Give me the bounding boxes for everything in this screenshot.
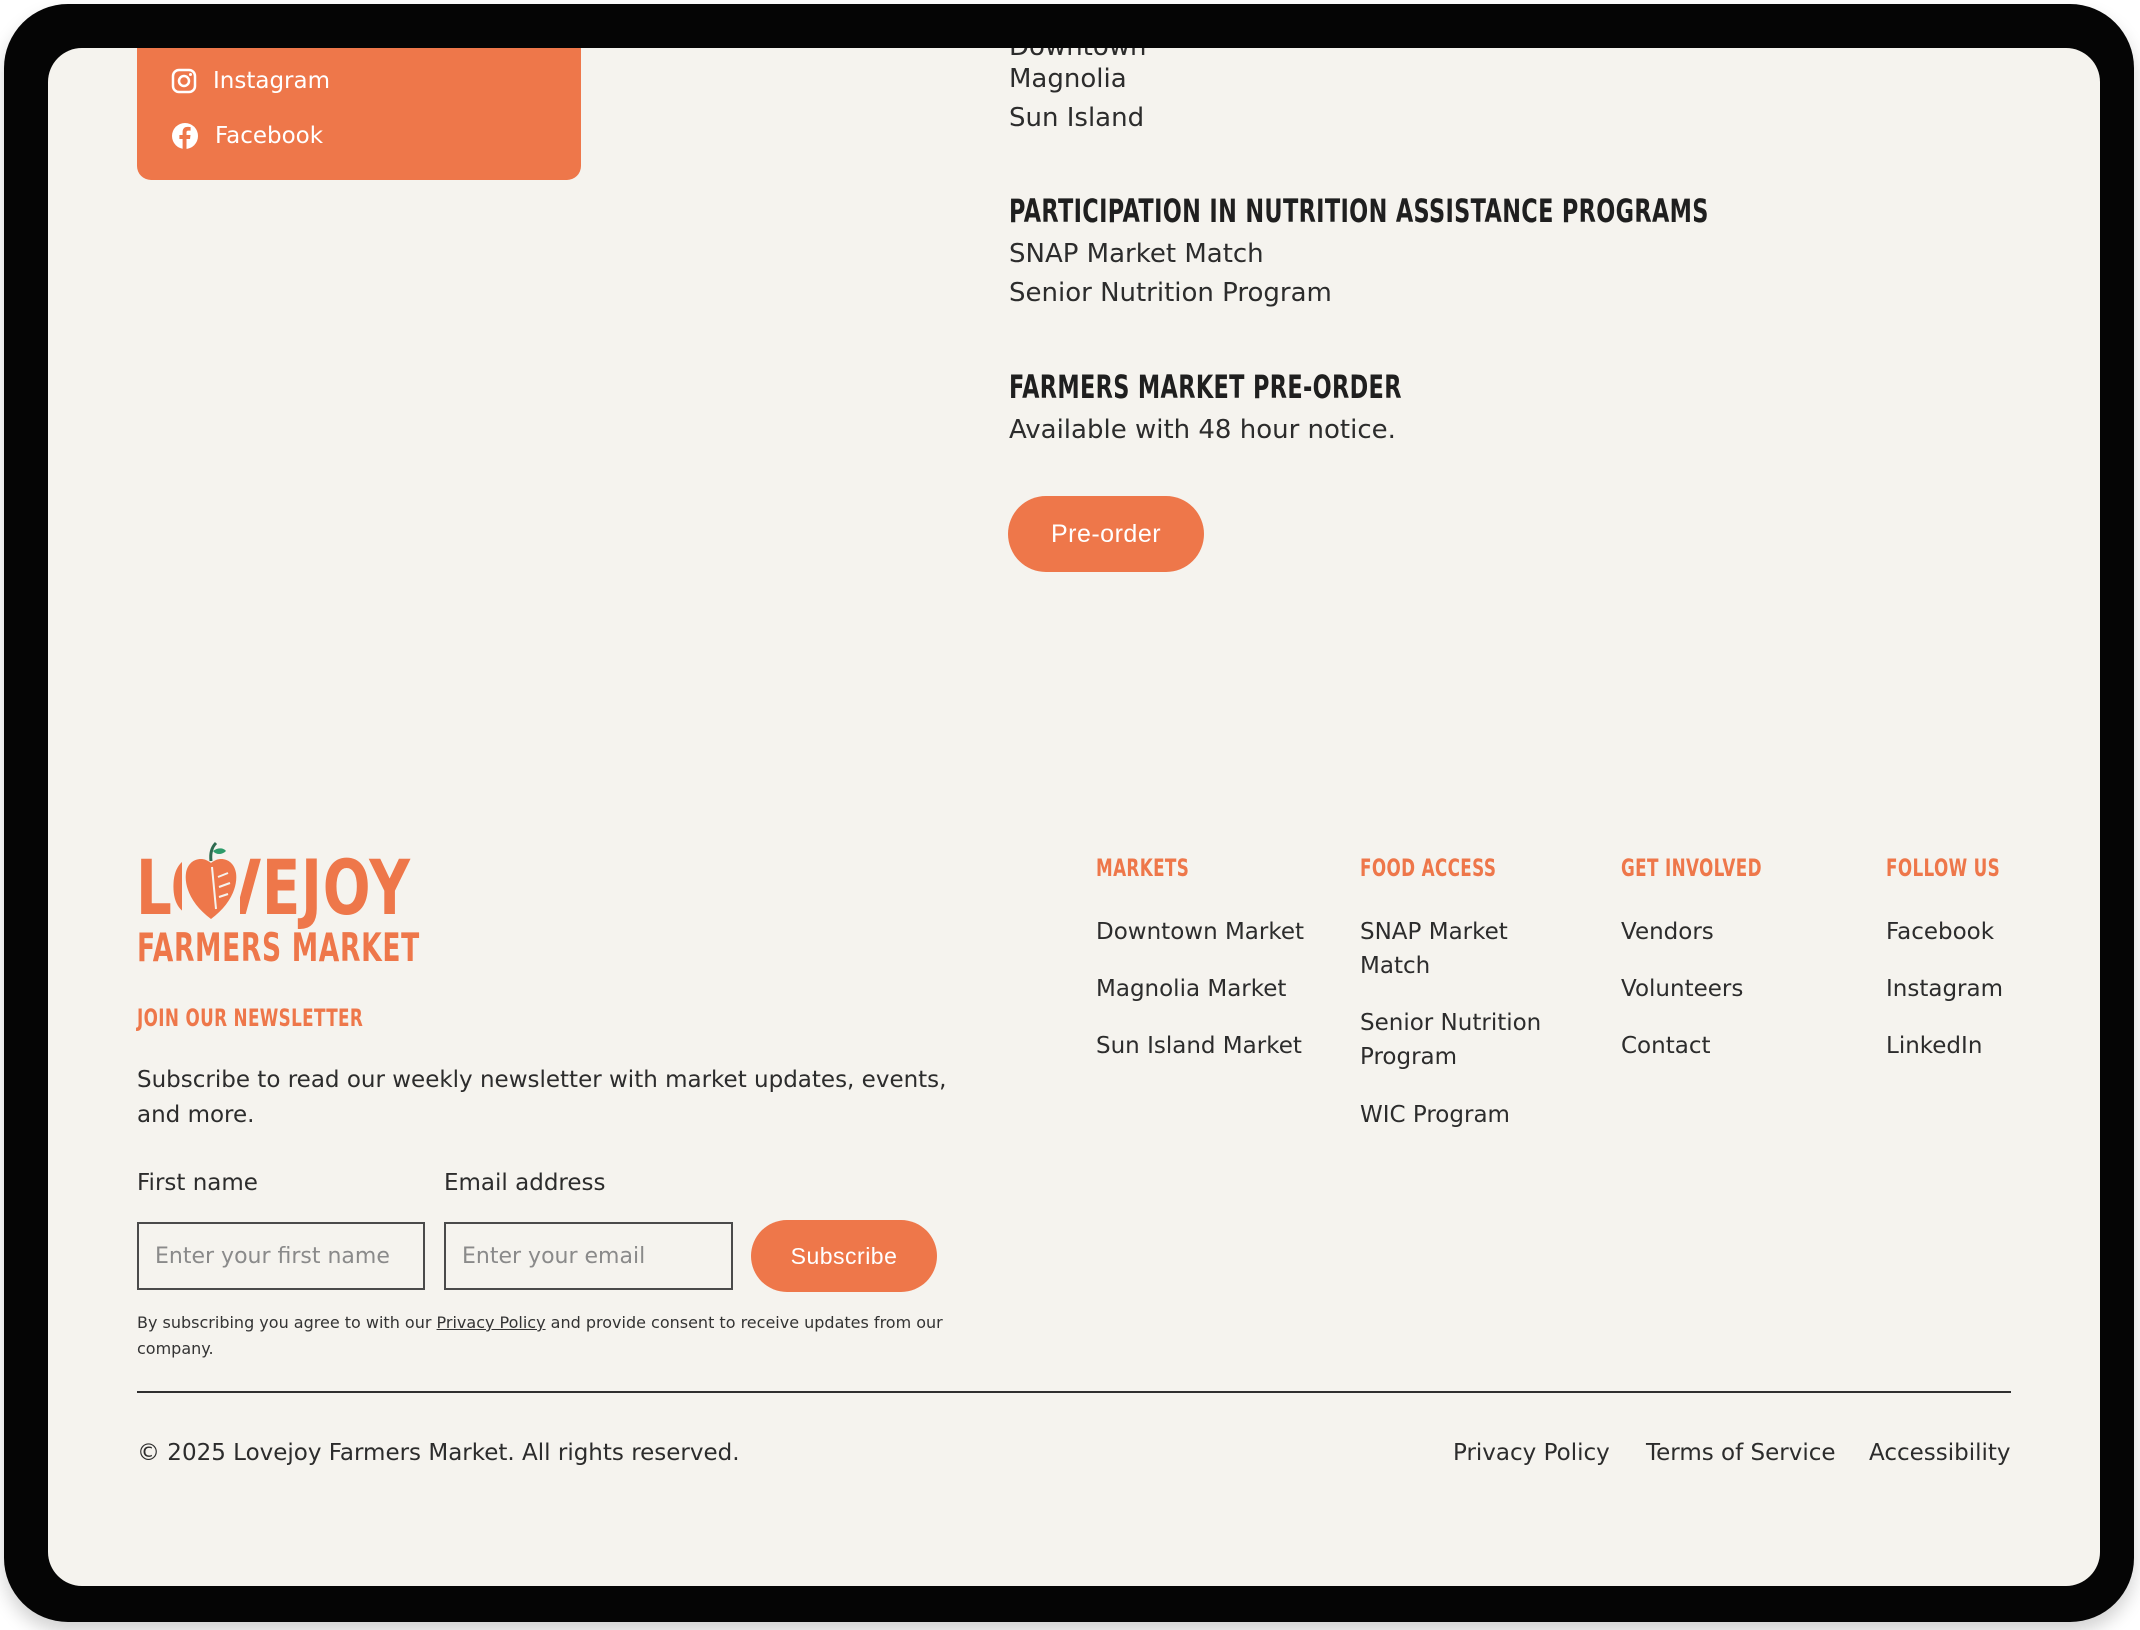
location-item: Magnolia <box>1009 64 1127 94</box>
get-involved-heading: GET INVOLVED <box>1621 854 1762 882</box>
page-viewport: Instagram Facebook Downtown Magnolia Sun… <box>48 48 2100 1586</box>
consent-text: By subscribing you agree to with our Pri… <box>137 1310 957 1362</box>
logo-wordmark: LOVEJOY <box>136 843 411 932</box>
follow-us-heading: FOLLOW US <box>1886 854 2001 882</box>
copyright-text: © 2025 Lovejoy Farmers Market. All right… <box>137 1440 740 1466</box>
footer-link-senior-nutrition-program[interactable]: Senior Nutrition Program <box>1360 1006 1580 1074</box>
footer-link-privacy-policy[interactable]: Privacy Policy <box>1453 1440 1610 1466</box>
footer-link-instagram[interactable]: Instagram <box>1886 972 2003 1006</box>
newsletter-heading: JOIN OUR NEWSLETTER <box>137 1004 364 1032</box>
subscribe-button[interactable]: Subscribe <box>751 1220 937 1292</box>
nutrition-item: SNAP Market Match <box>1009 239 1264 269</box>
consent-privacy-link[interactable]: Privacy Policy <box>437 1313 546 1332</box>
footer-link-downtown-market[interactable]: Downtown Market <box>1096 915 1304 949</box>
footer-link-vendors[interactable]: Vendors <box>1621 915 1714 949</box>
social-link-facebook[interactable]: Facebook <box>171 122 323 150</box>
site-logo[interactable]: LOVEJOY FARMERS MARKET <box>136 841 436 983</box>
device-bezel: Instagram Facebook Downtown Magnolia Sun… <box>4 4 2134 1622</box>
email-label: Email address <box>444 1170 606 1196</box>
footer-link-terms-of-service[interactable]: Terms of Service <box>1646 1440 1836 1466</box>
social-link-label: Facebook <box>215 123 324 149</box>
email-input[interactable] <box>444 1222 733 1290</box>
footer-link-linkedin[interactable]: LinkedIn <box>1886 1029 1982 1063</box>
social-link-instagram[interactable]: Instagram <box>171 68 330 94</box>
location-item: Downtown <box>1009 48 1147 62</box>
footer-link-magnolia-market[interactable]: Magnolia Market <box>1096 972 1286 1006</box>
footer-link-facebook[interactable]: Facebook <box>1886 915 1994 949</box>
footer-link-sun-island-market[interactable]: Sun Island Market <box>1096 1029 1302 1063</box>
preorder-heading: FARMERS MARKET PRE-ORDER <box>1009 368 1402 406</box>
preorder-button[interactable]: Pre-order <box>1008 496 1204 572</box>
instagram-icon <box>171 68 197 94</box>
social-link-label: Instagram <box>213 68 331 94</box>
consent-text-start: By subscribing you agree to with our <box>137 1313 437 1332</box>
first-name-label: First name <box>137 1170 258 1196</box>
apple-icon <box>182 841 240 919</box>
logo-subtitle: FARMERS MARKET <box>137 926 420 971</box>
newsletter-description: Subscribe to read our weekly newsletter … <box>137 1067 947 1128</box>
footer-divider <box>137 1391 2011 1393</box>
nutrition-heading: PARTICIPATION IN NUTRITION ASSISTANCE PR… <box>1009 192 1709 230</box>
social-links-card: Instagram Facebook <box>137 48 581 180</box>
facebook-icon <box>172 123 198 149</box>
markets-heading: MARKETS <box>1096 854 1190 882</box>
footer-link-wic-program[interactable]: WIC Program <box>1360 1098 1510 1132</box>
footer-link-accessibility[interactable]: Accessibility <box>1869 1440 2011 1466</box>
footer-link-contact[interactable]: Contact <box>1621 1029 1710 1063</box>
food-access-heading: FOOD ACCESS <box>1360 854 1497 882</box>
footer-link-volunteers[interactable]: Volunteers <box>1621 972 1743 1006</box>
nutrition-item: Senior Nutrition Program <box>1009 278 1332 308</box>
preorder-notice: Available with 48 hour notice. <box>1009 415 1396 445</box>
location-item: Sun Island <box>1009 103 1145 133</box>
footer-link-snap-market-match[interactable]: SNAP Market Match <box>1360 915 1560 983</box>
first-name-input[interactable] <box>137 1222 425 1290</box>
